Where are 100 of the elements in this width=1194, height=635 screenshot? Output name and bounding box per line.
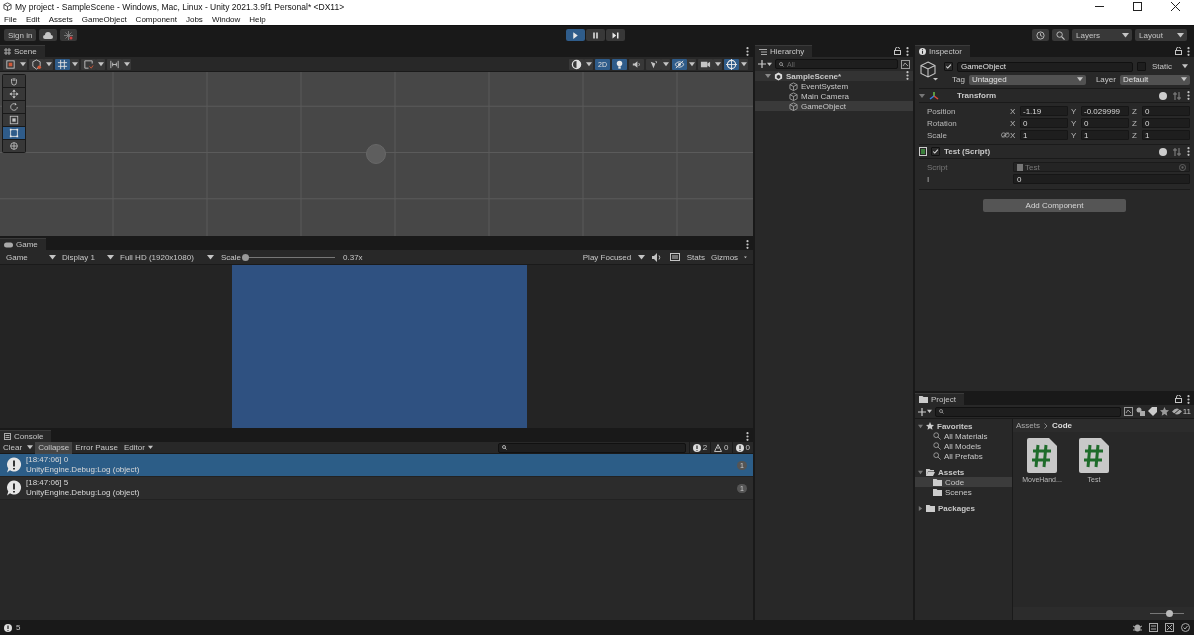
project-tree-item[interactable]: All Models: [915, 441, 1012, 451]
project-tab[interactable]: Project: [915, 393, 964, 405]
options-dropdown[interactable]: [739, 58, 748, 70]
view-dropdown[interactable]: Game: [3, 250, 59, 264]
game-tab[interactable]: Game: [0, 238, 46, 250]
layer-dropdown[interactable]: Default: [1119, 74, 1190, 85]
more-icon[interactable]: [1187, 46, 1190, 56]
layout-dropdown[interactable]: Layout: [1135, 29, 1187, 41]
options-dropdown[interactable]: [18, 58, 27, 70]
info-count[interactable]: 2: [688, 441, 711, 454]
pause-button[interactable]: [586, 29, 605, 41]
script-file-icon[interactable]: [1079, 438, 1109, 473]
view-options-toggle[interactable]: [29, 58, 44, 70]
more-icon[interactable]: [1187, 394, 1190, 404]
play-button[interactable]: [566, 29, 585, 41]
lock-icon[interactable]: [894, 47, 901, 55]
display-dropdown[interactable]: Display 1: [59, 250, 117, 264]
expand-arrow-icon[interactable]: [918, 423, 923, 429]
options-dropdown[interactable]: [661, 58, 670, 70]
number-field[interactable]: -0.029999: [1081, 106, 1129, 116]
hierarchy-item[interactable]: Main Camera: [755, 91, 913, 101]
rotate-tool[interactable]: [3, 101, 25, 113]
snap-toggle[interactable]: [81, 58, 96, 70]
expand-arrow-icon[interactable]: [765, 73, 771, 79]
icon-size-slider[interactable]: [1150, 610, 1184, 617]
more-icon[interactable]: [1187, 91, 1190, 100]
lock-icon[interactable]: [1175, 47, 1182, 55]
number-field[interactable]: -1.19: [1020, 106, 1068, 116]
menu-item[interactable]: Window: [211, 14, 241, 24]
move-tool[interactable]: [3, 88, 25, 100]
rect-tool[interactable]: [3, 127, 25, 139]
project-tree-item[interactable]: Favorites: [915, 421, 1012, 431]
number-field[interactable]: 0: [1081, 118, 1129, 128]
filter-icon[interactable]: [1123, 407, 1133, 416]
gizmos-toggle[interactable]: [724, 58, 739, 70]
create-button[interactable]: [758, 60, 772, 68]
resolution-dropdown[interactable]: Full HD (1920x1080): [117, 250, 217, 264]
hierarchy-tab[interactable]: Hierarchy: [755, 45, 813, 57]
breadcrumb-item[interactable]: Code: [1052, 421, 1072, 430]
star-icon[interactable]: [1159, 407, 1169, 416]
number-field[interactable]: 1: [1081, 130, 1129, 140]
more-icon[interactable]: [746, 239, 749, 249]
keyboard-icon[interactable]: [669, 253, 680, 261]
scale-tool[interactable]: [3, 114, 25, 126]
layers-dropdown[interactable]: Layers: [1072, 29, 1132, 41]
project-search-field[interactable]: [935, 406, 1121, 417]
hidden-packages-button[interactable]: 11: [1171, 407, 1191, 416]
sign-in-button[interactable]: Sign in: [4, 29, 37, 41]
editor-dropdown[interactable]: Editor: [120, 441, 156, 454]
menu-item[interactable]: Edit: [25, 14, 40, 24]
options-dropdown[interactable]: [584, 58, 593, 70]
expand-arrow-icon[interactable]: [918, 469, 923, 475]
align-toggle[interactable]: [107, 58, 122, 70]
project-tree-item[interactable]: Scenes: [915, 487, 1012, 497]
scene-row[interactable]: SampleScene*: [755, 71, 913, 81]
options-dropdown[interactable]: [713, 58, 722, 70]
hierarchy-item[interactable]: GameObject: [755, 101, 913, 111]
more-icon[interactable]: [746, 46, 749, 56]
play-mode-dropdown[interactable]: Play Focused: [579, 250, 648, 264]
more-icon[interactable]: [906, 46, 909, 56]
transform-tool[interactable]: [3, 140, 25, 152]
more-icon[interactable]: [1187, 147, 1190, 156]
inspector-tab[interactable]: Inspector: [915, 45, 970, 57]
audio-toggle[interactable]: [629, 58, 644, 70]
shading-toggle[interactable]: [569, 58, 584, 70]
camera-toggle[interactable]: [698, 58, 713, 70]
expand-arrow-icon[interactable]: [919, 92, 925, 99]
project-tree-item[interactable]: All Materials: [915, 431, 1012, 441]
scene-filter-icon[interactable]: [901, 59, 910, 69]
cloud-button[interactable]: [39, 29, 58, 41]
number-field[interactable]: 0: [1142, 106, 1190, 116]
help-icon[interactable]: [1159, 147, 1167, 156]
more-icon[interactable]: [746, 431, 749, 441]
menu-item[interactable]: File: [4, 14, 17, 24]
collab-button[interactable]: [60, 29, 78, 41]
breadcrumb-item[interactable]: Assets: [1016, 421, 1040, 430]
console-tab[interactable]: Console: [0, 430, 52, 442]
bug-icon[interactable]: [1133, 623, 1142, 632]
project-tree-item[interactable]: Code: [915, 477, 1012, 487]
scale-slider[interactable]: [243, 253, 335, 261]
menu-item[interactable]: Help: [249, 14, 266, 24]
sliders-icon[interactable]: [1173, 91, 1181, 100]
cache-icon[interactable]: [1149, 623, 1158, 632]
lock-icon[interactable]: [1175, 395, 1182, 403]
options-dropdown[interactable]: [70, 58, 79, 70]
project-tree-item[interactable]: Assets: [915, 467, 1012, 477]
options-dropdown[interactable]: [122, 58, 131, 70]
effects-toggle[interactable]: [646, 58, 661, 70]
script-file-icon[interactable]: [1027, 438, 1057, 473]
stats-button[interactable]: Stats: [683, 250, 708, 264]
check-icon[interactable]: [1181, 623, 1190, 632]
link-icon[interactable]: [1001, 132, 1010, 138]
number-field[interactable]: 0: [1013, 174, 1190, 184]
slider-thumb[interactable]: [241, 253, 249, 261]
more-icon[interactable]: [906, 70, 909, 80]
number-field[interactable]: 1: [1142, 130, 1190, 140]
enabled-checkbox[interactable]: [931, 147, 940, 156]
project-tree-item[interactable]: All Prefabs: [915, 451, 1012, 461]
scene-tab[interactable]: Scene: [0, 45, 45, 57]
draw-mode-toggle[interactable]: [3, 58, 18, 70]
